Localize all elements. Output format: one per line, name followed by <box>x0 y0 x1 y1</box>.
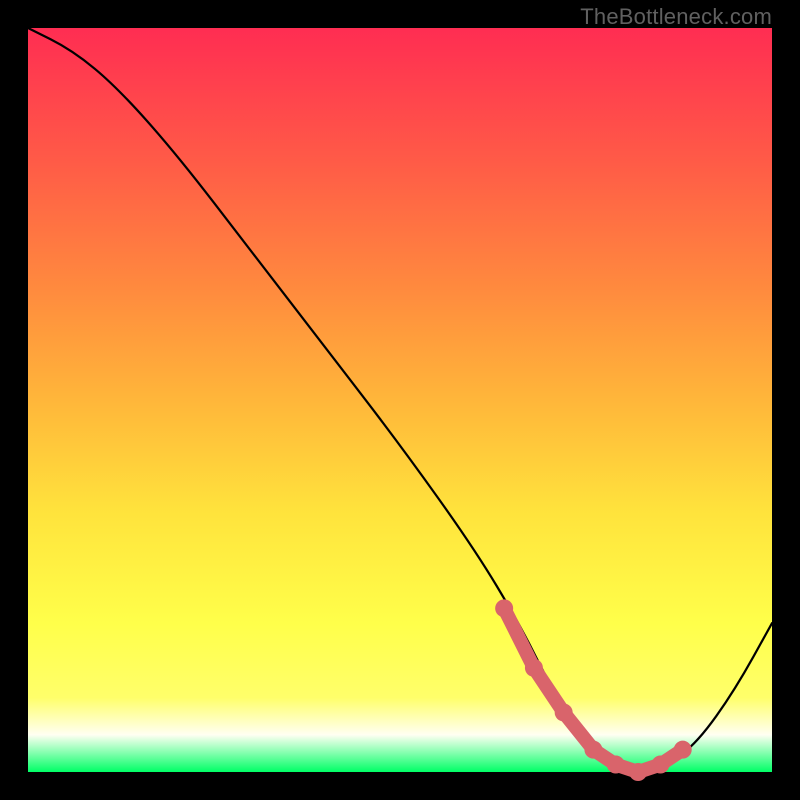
optimal-range-dot <box>674 741 692 759</box>
optimal-range-dot <box>555 703 573 721</box>
chart-stage: TheBottleneck.com <box>0 0 800 800</box>
optimal-range-dot <box>495 599 513 617</box>
chart-svg <box>28 28 772 772</box>
chart-plot-area <box>28 28 772 772</box>
optimal-range-dot <box>584 741 602 759</box>
bottleneck-curve <box>28 28 772 770</box>
optimal-range-markers <box>495 599 692 781</box>
watermark-text: TheBottleneck.com <box>580 4 772 30</box>
optimal-range-dot <box>525 659 543 677</box>
optimal-range-dot <box>651 756 669 774</box>
optimal-range-dot <box>629 763 647 781</box>
optimal-range-dot <box>607 756 625 774</box>
